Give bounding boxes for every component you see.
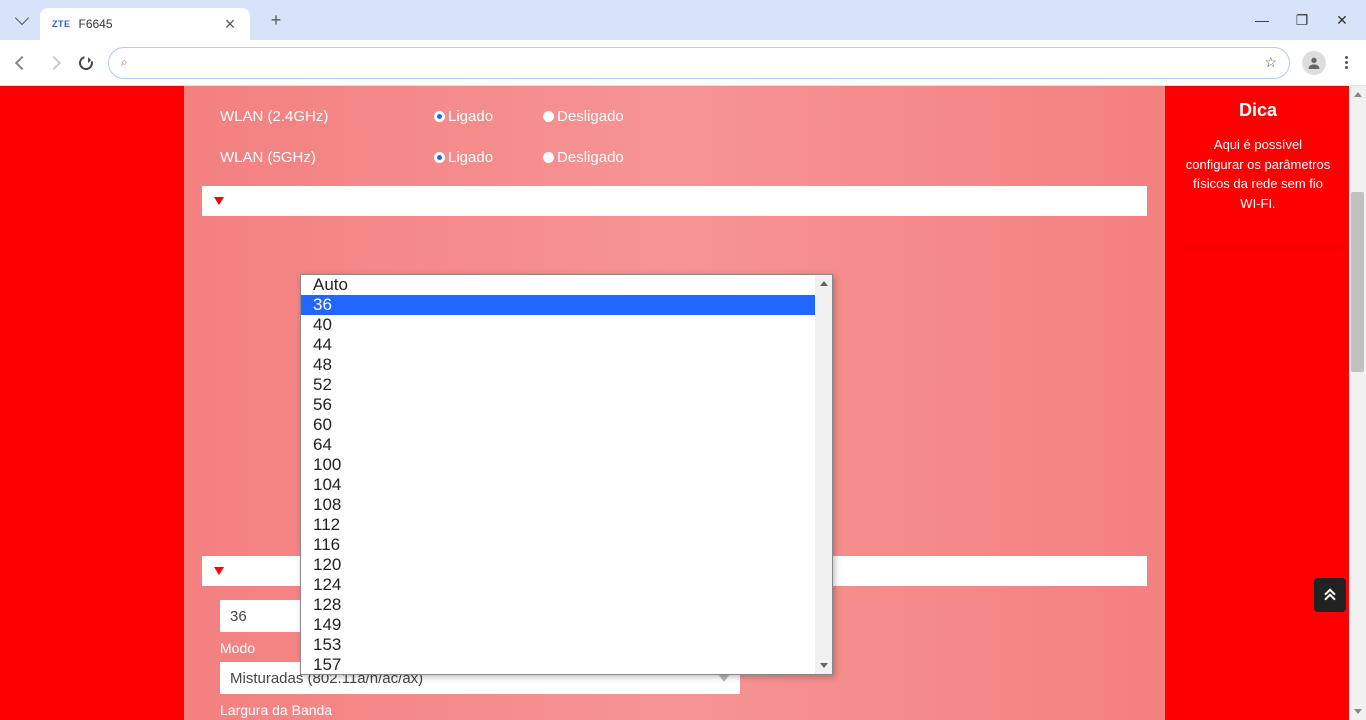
channel-option[interactable]: 157 <box>301 655 815 674</box>
radio-label-on: Ligado <box>448 149 493 166</box>
arrow-right-icon <box>47 55 61 69</box>
chevron-down-icon <box>15 11 29 25</box>
dropdown-scrollbar[interactable] <box>815 275 832 674</box>
channel-option[interactable]: 128 <box>301 595 815 615</box>
page-scrollbar[interactable] <box>1349 86 1366 720</box>
back-button[interactable] <box>12 53 32 73</box>
search-icon: ⌕ <box>121 55 128 70</box>
channel-option[interactable]: 116 <box>301 535 815 555</box>
wlan-5ghz-off-radio[interactable] <box>543 152 554 163</box>
reload-button[interactable] <box>76 53 96 73</box>
channel-option[interactable]: 108 <box>301 495 815 515</box>
tip-body: Aqui é possível configurar os parâmetros… <box>1185 135 1331 213</box>
person-icon <box>1306 55 1322 71</box>
scrollbar-thumb[interactable] <box>1351 192 1364 372</box>
radio-label-off: Desligado <box>557 149 624 166</box>
tab-title: F6645 <box>79 17 215 31</box>
tip-title: Dica <box>1185 100 1331 121</box>
radio-label-off: Desligado <box>557 108 624 125</box>
wlan-5ghz-on-radio[interactable] <box>434 152 445 163</box>
channel-option[interactable]: 56 <box>301 395 815 415</box>
forward-button[interactable] <box>44 53 64 73</box>
triangle-down-icon <box>214 197 224 205</box>
channel-option[interactable]: 149 <box>301 615 815 635</box>
close-tab-icon[interactable]: × <box>222 15 238 33</box>
wlan-24ghz-on-radio[interactable] <box>434 111 445 122</box>
channel-option[interactable]: 104 <box>301 475 815 495</box>
section-24ghz-header[interactable] <box>202 186 1147 216</box>
radio-label-on: Ligado <box>448 108 493 125</box>
kebab-menu-button[interactable] <box>1338 56 1354 69</box>
new-tab-button[interactable]: + <box>262 6 290 34</box>
channel-option[interactable]: 112 <box>301 515 815 535</box>
tab-search-dropdown[interactable] <box>8 6 36 34</box>
maximize-button[interactable]: ❐ <box>1294 12 1310 28</box>
channel-select-value: 36 <box>230 608 247 625</box>
minimize-button[interactable]: — <box>1254 12 1270 28</box>
wlan-24ghz-off-radio[interactable] <box>543 111 554 122</box>
channel-option[interactable]: 64 <box>301 435 815 455</box>
tab-favicon-text: ZTE <box>52 19 71 29</box>
channel-option[interactable]: 36 <box>301 295 815 315</box>
browser-tab-strip: ZTE F6645 × + — ❐ ✕ <box>0 0 1366 40</box>
active-tab[interactable]: ZTE F6645 × <box>40 8 250 40</box>
bandwidth-label: Largura da Banda <box>202 694 1147 720</box>
channel-option[interactable]: 60 <box>301 415 815 435</box>
wlan-5ghz-row: WLAN (5GHz) Ligado Desligado <box>202 137 1147 178</box>
scroll-up-button[interactable] <box>1349 86 1366 103</box>
scroll-up-button[interactable] <box>815 275 832 292</box>
reload-icon <box>76 53 95 72</box>
address-bar[interactable]: ⌕ ☆ <box>108 47 1290 79</box>
close-window-button[interactable]: ✕ <box>1334 12 1350 28</box>
double-chevron-up-icon <box>1326 590 1334 600</box>
toolbar-row: ⌕ ☆ <box>0 40 1366 86</box>
channel-dropdown-list[interactable]: Auto364044485256606410010410811211612012… <box>301 275 815 674</box>
triangle-down-icon <box>214 567 224 575</box>
channel-option[interactable]: 153 <box>301 635 815 655</box>
channel-option[interactable]: 40 <box>301 315 815 335</box>
channel-option[interactable]: 48 <box>301 355 815 375</box>
profile-avatar[interactable] <box>1302 51 1326 75</box>
wlan-24ghz-row: WLAN (2.4GHz) Ligado Desligado <box>202 96 1147 137</box>
window-controls: — ❐ ✕ <box>1254 12 1358 28</box>
channel-dropdown-popup: Auto364044485256606410010410811211612012… <box>300 274 833 675</box>
wlan-24ghz-label: WLAN (2.4GHz) <box>220 108 434 125</box>
back-to-top-button[interactable] <box>1314 578 1346 612</box>
channel-option[interactable]: 124 <box>301 575 815 595</box>
channel-option[interactable]: 44 <box>301 335 815 355</box>
tip-card: Dica Aqui é possível configurar os parâm… <box>1173 86 1343 245</box>
scroll-down-button[interactable] <box>1349 703 1366 720</box>
channel-option[interactable]: Auto <box>301 275 815 295</box>
wlan-5ghz-label: WLAN (5GHz) <box>220 149 434 166</box>
select-arrow-icon <box>718 674 730 682</box>
scroll-down-button[interactable] <box>815 657 832 674</box>
channel-option[interactable]: 100 <box>301 455 815 475</box>
bookmark-star-icon[interactable]: ☆ <box>1264 54 1277 71</box>
page-viewport: WLAN (2.4GHz) Ligado Desligado WLAN (5GH… <box>0 86 1366 720</box>
arrow-left-icon <box>15 55 29 69</box>
channel-option[interactable]: 52 <box>301 375 815 395</box>
channel-option[interactable]: 120 <box>301 555 815 575</box>
